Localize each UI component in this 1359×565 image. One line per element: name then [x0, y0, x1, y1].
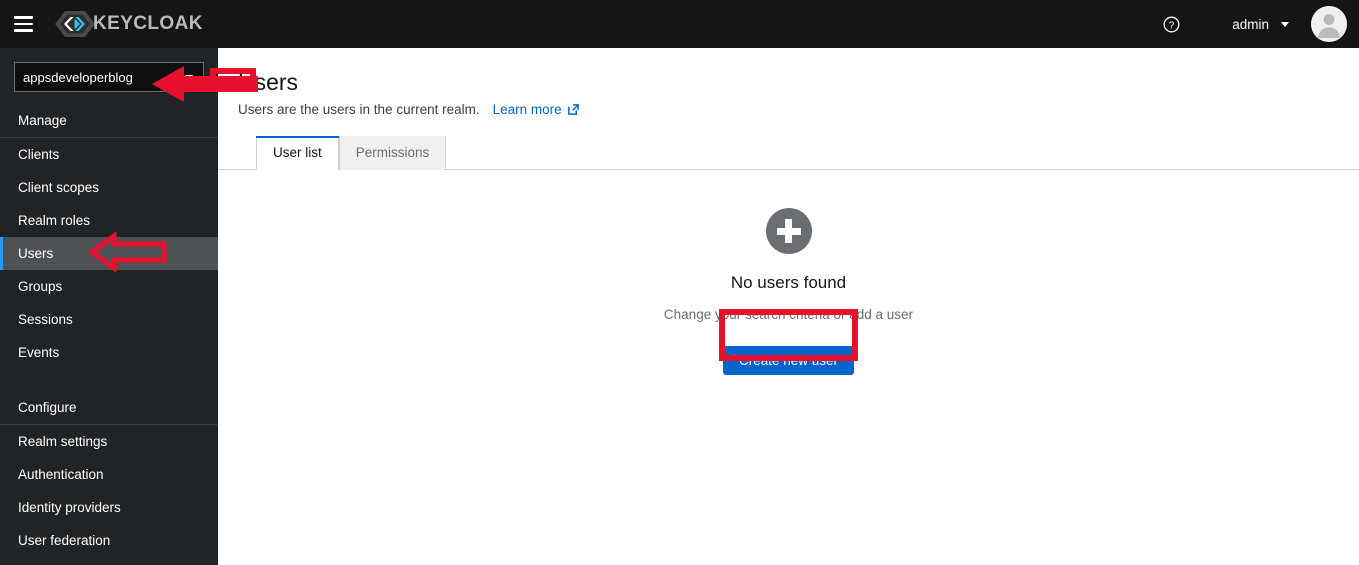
user-name-label: admin — [1232, 16, 1269, 32]
masthead-actions: ? admin — [1152, 0, 1359, 48]
page-subtitle-row: Users are the users in the current realm… — [238, 102, 1359, 117]
sidebar-navigation: appsdeveloperblog Manage Clients Client … — [0, 48, 218, 565]
external-link-icon — [567, 103, 580, 116]
caret-down-icon — [185, 74, 193, 80]
tab-permissions[interactable]: Permissions — [338, 136, 447, 171]
hamburger-menu-icon[interactable] — [0, 0, 46, 48]
sidebar-item-groups[interactable]: Groups — [0, 270, 218, 303]
tab-bar: User list Permissions — [218, 136, 1359, 172]
hamburger-bar — [13, 22, 33, 26]
create-new-user-button[interactable]: Create new user — [722, 346, 855, 376]
page-header: Users Users are the users in the current… — [218, 48, 1359, 117]
sidebar-item-sessions[interactable]: Sessions — [0, 303, 218, 336]
learn-more-label: Learn more — [492, 102, 562, 118]
main-content: Users Users are the users in the current… — [218, 48, 1359, 565]
sidebar-item-client-scopes[interactable]: Client scopes — [0, 171, 218, 204]
sidebar-item-realm-roles[interactable]: Realm roles — [0, 204, 218, 237]
caret-down-icon — [1281, 21, 1289, 27]
sidebar-item-clients[interactable]: Clients — [0, 138, 218, 171]
realm-selector-container: appsdeveloperblog — [0, 48, 218, 104]
svg-text:?: ? — [1169, 20, 1175, 31]
realm-selector-value: appsdeveloperblog — [23, 69, 133, 85]
hamburger-bar — [13, 16, 33, 19]
keycloak-admin-console: KEYCLOAK ? admin appsdeveloperblog Manag… — [0, 0, 1359, 565]
sidebar-item-identity-providers[interactable]: Identity providers — [0, 491, 218, 524]
hamburger-bar — [13, 29, 33, 32]
sidebar-item-user-federation[interactable]: User federation — [0, 524, 218, 557]
nav-section-title-configure: Configure — [18, 400, 77, 415]
empty-state-title: No users found — [730, 273, 847, 293]
sidebar-item-users[interactable]: Users — [0, 237, 218, 270]
help-circle-icon[interactable]: ? — [1152, 5, 1190, 43]
sidebar-item-events[interactable]: Events — [0, 336, 218, 369]
plus-bar-vertical — [785, 219, 792, 244]
learn-more-link[interactable]: Learn more — [493, 102, 580, 117]
tab-user-list[interactable]: User list — [255, 136, 339, 172]
keycloak-hexagon-logo — [55, 11, 95, 37]
masthead: KEYCLOAK ? admin — [0, 0, 1359, 48]
page-subtitle-text: Users are the users in the current realm… — [238, 102, 480, 118]
nav-section-title-manage: Manage — [18, 113, 67, 128]
empty-state: No users found Change your search criter… — [218, 208, 1359, 376]
user-dropdown-button[interactable]: admin — [1228, 0, 1293, 48]
sidebar-item-realm-settings[interactable]: Realm settings — [0, 425, 218, 458]
user-avatar-icon[interactable] — [1311, 6, 1347, 42]
brand-text: KEYCLOAK — [93, 13, 203, 34]
plus-circle-icon — [765, 208, 812, 255]
plus-glyph — [776, 219, 801, 244]
brand-logo-link[interactable]: KEYCLOAK — [54, 9, 203, 39]
empty-state-subtitle: Change your search criteria or add a use… — [663, 307, 914, 323]
realm-selector-dropdown[interactable]: appsdeveloperblog — [14, 62, 204, 92]
sidebar-item-authentication[interactable]: Authentication — [0, 458, 218, 491]
page-title: Users — [238, 69, 299, 95]
